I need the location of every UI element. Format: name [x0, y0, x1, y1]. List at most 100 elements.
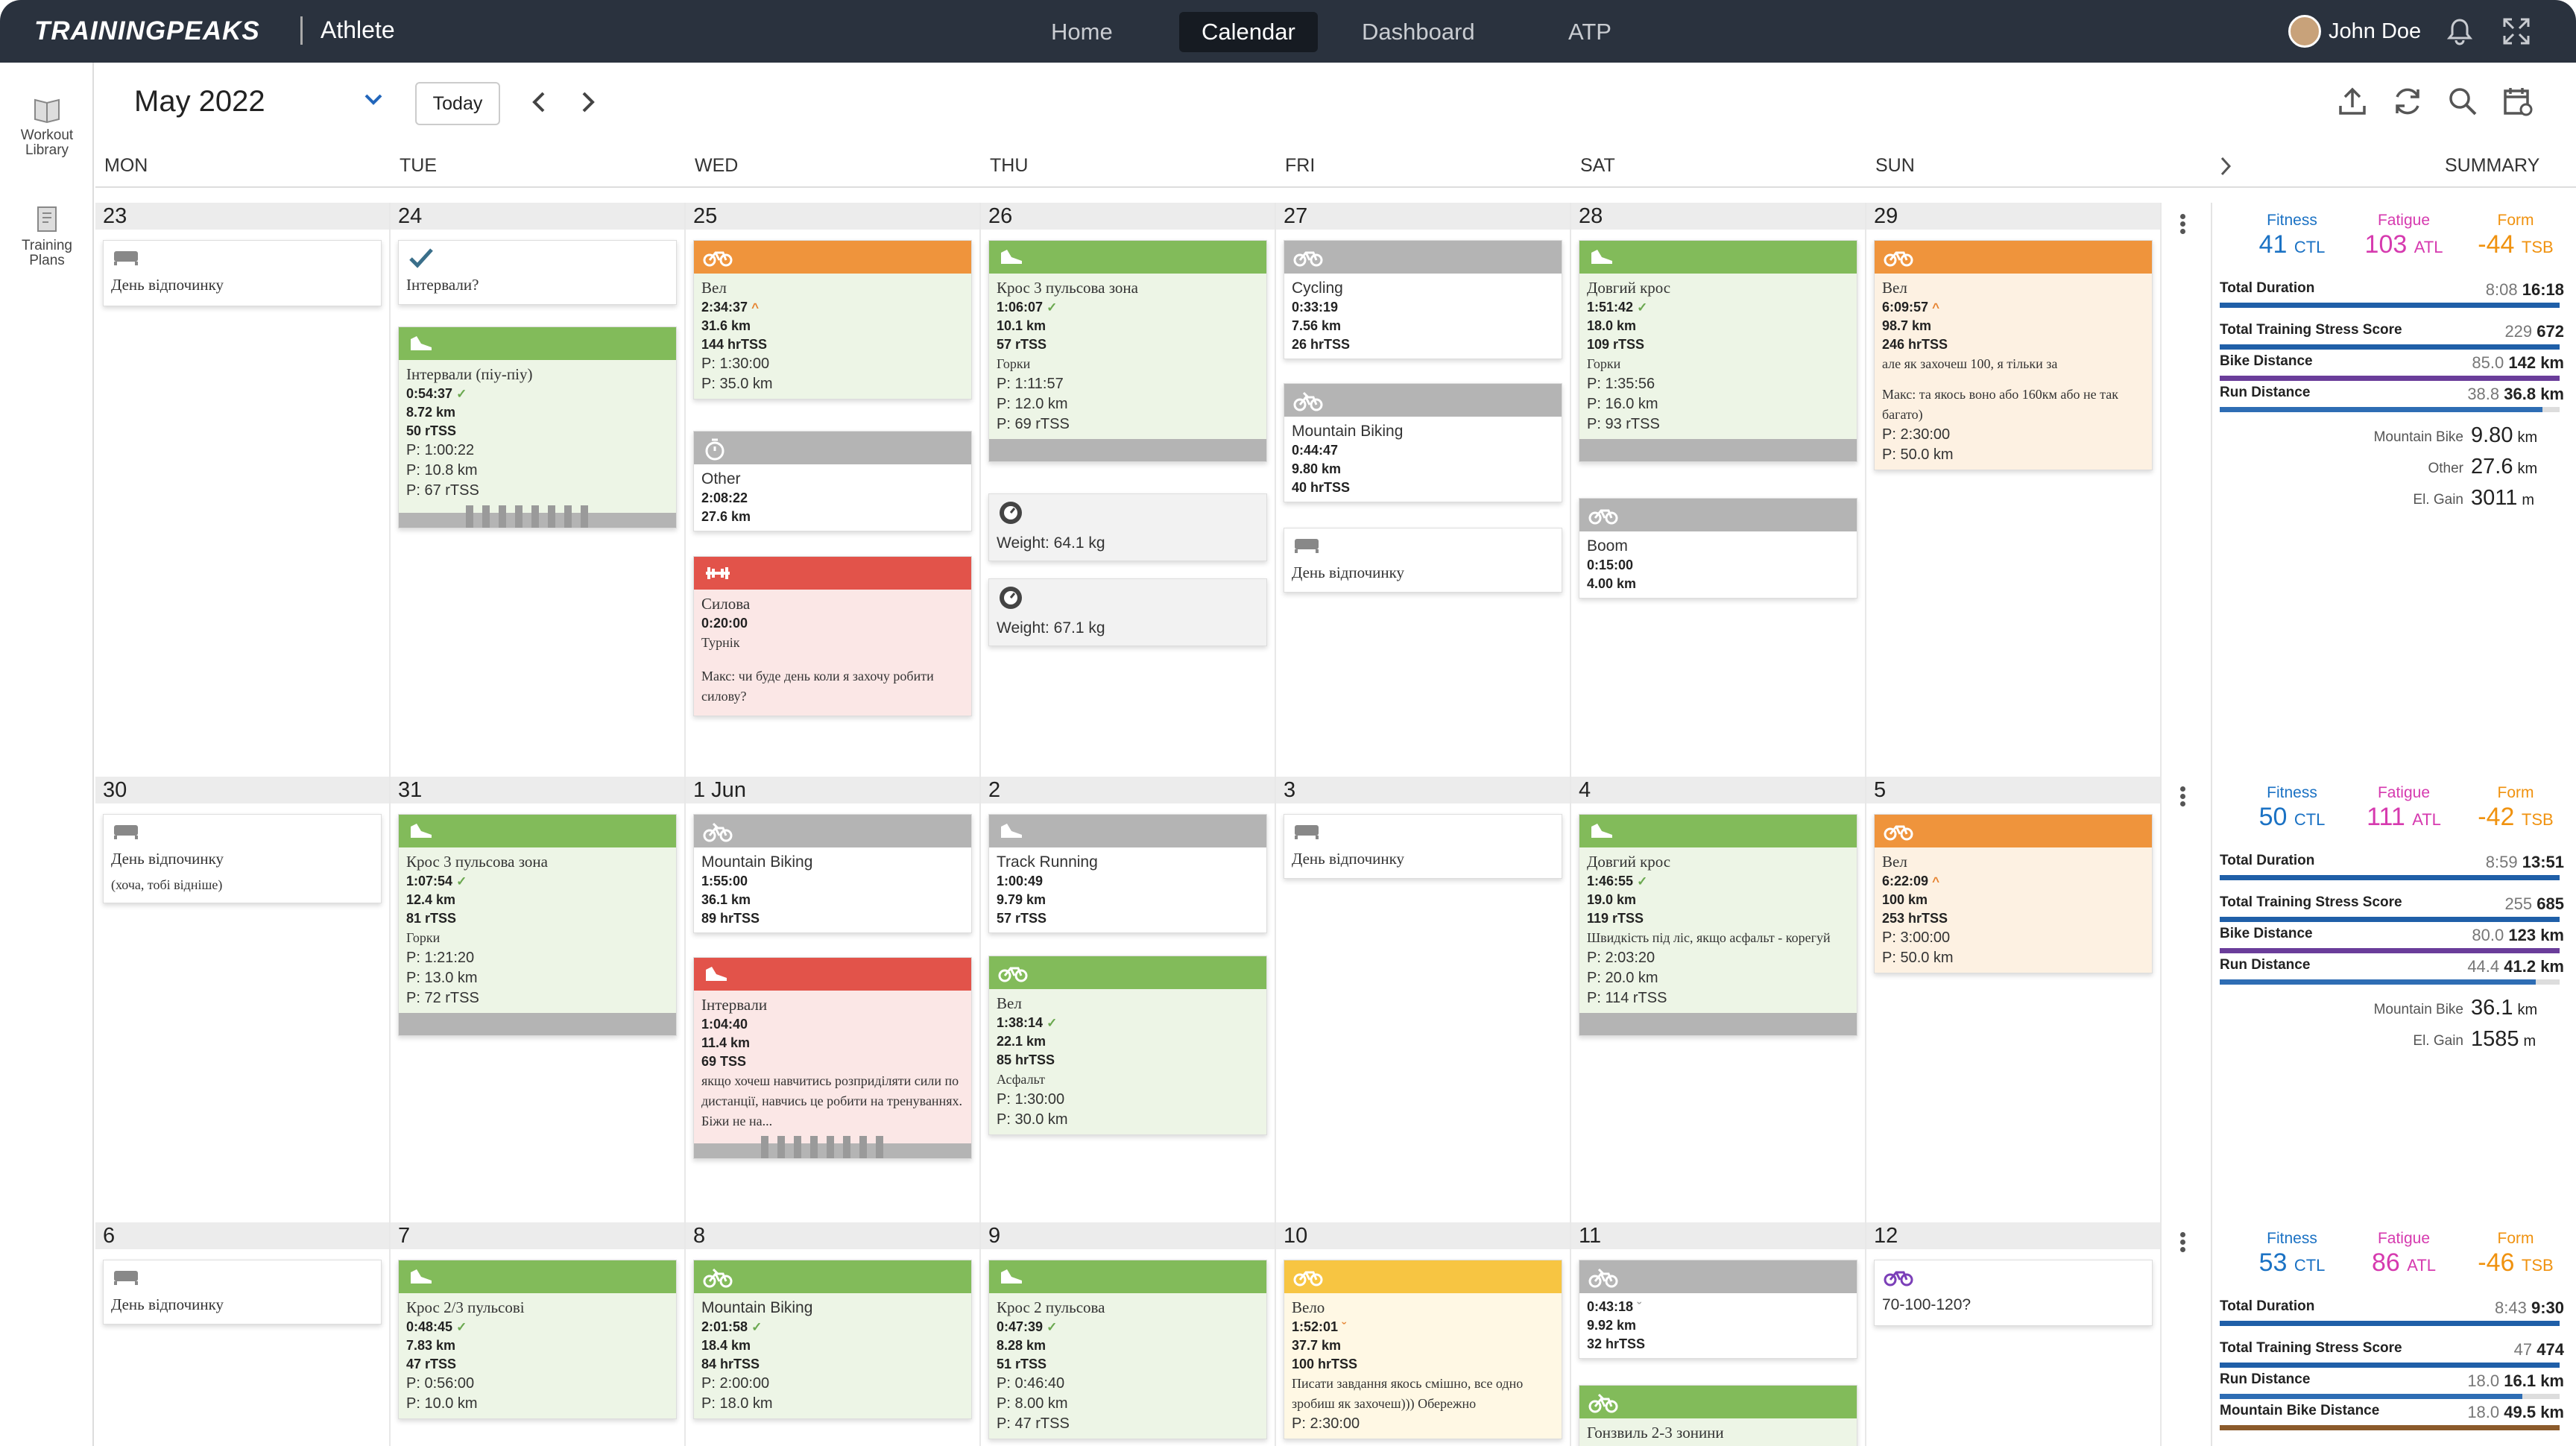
workout-card[interactable]: 70-100-120? [1874, 1260, 2153, 1326]
summary-extra-number: 9.80 [2471, 423, 2513, 447]
user-menu[interactable]: John Doe [2288, 15, 2421, 48]
workout-card[interactable]: Вело 1:52:01 ˇ 37.7 km 100 hrTSS Писати … [1284, 1260, 1562, 1439]
workout-card[interactable]: Boom 0:15:00 4.00 km [1579, 498, 1857, 599]
workout-card[interactable]: Вел 2:34:37 ^ 31.6 km 144 hrTSS P: 1:30:… [693, 240, 972, 400]
note-card[interactable]: День відпочинку [103, 240, 382, 306]
workout-card[interactable]: Інтервали 1:04:40 11.4 km 69 TSS якщо хо… [693, 957, 972, 1159]
workout-card[interactable]: Other 2:08:22 27.6 km [693, 431, 972, 531]
day-cell[interactable]: 31 Крос 3 пульсова зона 1:07:54 ✓ 12.4 k… [391, 777, 686, 1222]
summary-fitness-value: 41 CTL [2236, 230, 2348, 262]
workout-card[interactable]: Довгий крос 1:51:42 ✓ 18.0 km 109 rTSS Г… [1579, 240, 1857, 462]
note-card[interactable]: День відпочинку [1284, 814, 1562, 879]
run-shoe-icon [1001, 250, 1022, 264]
day-cell[interactable]: 7 Крос 2/3 пульсові 0:48:45 ✓ 7.83 km 47… [391, 1222, 686, 1446]
workout-card[interactable]: Силова 0:20:00 Турнік Макс: чи буде день… [693, 556, 972, 716]
workout-card[interactable]: Гонзвиль 2-3 зонини [1579, 1385, 1857, 1446]
week-summary[interactable]: Fitness 50 CTL Fatigue 111 ATL Form -42 TSB To… [2214, 780, 2576, 1219]
day-cell[interactable]: 23 День відпочинку [95, 203, 391, 777]
summary-fitness-label: Fitness [2267, 784, 2317, 801]
workout-card[interactable]: Вел 6:09:57 ^ 98.7 km 246 hrTSS але як з… [1874, 240, 2153, 470]
week-menu-kebab-icon[interactable] [2178, 784, 2187, 814]
search-icon[interactable] [2446, 85, 2479, 118]
workout-card[interactable]: Інтервали? [398, 240, 677, 305]
week-summary[interactable]: Fitness 41 CTL Fatigue 103 ATL Form -44 TSB To… [2214, 207, 2576, 774]
tss: 89 hrTSS [701, 911, 760, 926]
brand-logo[interactable]: TRAININGPEAKS [34, 16, 260, 46]
sync-icon[interactable] [2391, 85, 2424, 118]
note-card[interactable]: День відпочинку [103, 1260, 382, 1325]
workout-card[interactable]: Крос 3 пульсова зона 1:07:54 ✓ 12.4 km 8… [398, 814, 677, 1036]
planned-duration: P: 1:00:22 [406, 442, 475, 458]
chevron-down-icon[interactable] [364, 92, 383, 106]
workout-card[interactable]: Вел 6:22:09 ^ 100 km 253 hrTSS P: 3:00:0… [1874, 814, 2153, 973]
day-cell[interactable]: 1 Jun Mountain Biking 1:55:00 36.1 km 89… [686, 777, 981, 1222]
day-cell[interactable]: 9 Крос 2 пульсова 0:47:39 ✓ 8.28 km 51 r… [981, 1222, 1276, 1446]
nav-dashboard[interactable]: Dashboard [1339, 12, 1497, 52]
nav-calendar[interactable]: Calendar [1179, 12, 1318, 52]
day-cell[interactable]: 28 Довгий крос 1:51:42 ✓ 18.0 km 109 rTS… [1571, 203, 1866, 777]
day-cell[interactable]: 4 Довгий крос 1:46:55 ✓ 19.0 km 119 rTSS… [1571, 777, 1866, 1222]
sidebar-item-workout-library[interactable]: Workout Library [0, 94, 94, 158]
chevron-left-icon[interactable] [530, 91, 549, 113]
user-name: John Doe [2329, 19, 2422, 43]
top-bar: TRAININGPEAKS Athlete Home Calendar Dash… [0, 0, 2576, 63]
check-icon: ✓ [456, 1320, 467, 1334]
day-cell[interactable]: 26 Крос 3 пульсова зона 1:06:07 ✓ 10.1 k… [981, 203, 1276, 777]
bell-icon[interactable] [2445, 16, 2475, 46]
workout-card[interactable]: Track Running 1:00:49 9.79 km 57 rTSS [988, 814, 1267, 933]
workout-card[interactable]: Інтервали (піу-піу) 0:54:37 ✓ 8.72 km 50… [398, 326, 677, 528]
note-card[interactable]: День відпочинку [1284, 528, 1562, 593]
day-cell[interactable]: 3 День відпочинку [1276, 777, 1571, 1222]
calendar-settings-icon[interactable] [2501, 85, 2534, 118]
week-summary[interactable]: Fitness 53 CTL Fatigue 86 ATL Form -46 TSB Tot… [2214, 1225, 2576, 1446]
expand-icon[interactable] [2501, 16, 2531, 46]
workout-card[interactable]: 0:43:18 ˇ 9.92 km 32 hrTSS [1579, 1260, 1857, 1359]
duration: 2:08:22 [701, 490, 748, 505]
summary-progress-bar [2220, 875, 2560, 880]
workout-card[interactable]: Довгий крос 1:46:55 ✓ 19.0 km 119 rTSS Ш… [1579, 814, 1857, 1036]
workout-card[interactable]: Крос 3 пульсова зона 1:06:07 ✓ 10.1 km 5… [988, 240, 1267, 462]
month-title[interactable]: May 2022 [134, 85, 265, 119]
sidebar-item-label: Workout Library [20, 127, 74, 158]
sidebar-item-training-plans[interactable]: Training Plans [0, 204, 94, 268]
day-cell[interactable]: 6 День відпочинку [95, 1222, 391, 1446]
day-cell[interactable]: 27 Cycling 0:33:19 7.56 km 26 hrTSS Moun… [1276, 203, 1571, 777]
workout-card[interactable]: Mountain Biking 1:55:00 36.1 km 89 hrTSS [693, 814, 972, 933]
day-cell[interactable]: 10 Вело 1:52:01 ˇ 37.7 km 100 hrTSS Писа… [1276, 1222, 1571, 1446]
workout-card[interactable]: Вел 1:38:14 ✓ 22.1 km 85 hrTSS Асфальт P… [988, 956, 1267, 1135]
summary-extra-label: El. Gain [2413, 492, 2463, 508]
workout-card[interactable]: Cycling 0:33:19 7.56 km 26 hrTSS [1284, 240, 1562, 359]
planned-distance: P: 50.0 km [1882, 950, 1954, 966]
day-date: 26 [981, 203, 1275, 230]
nav-atp[interactable]: ATP [1546, 12, 1634, 52]
day-cell[interactable]: 30 День відпочинку (хоча, тобі відніше) [95, 777, 391, 1222]
day-cell[interactable]: 25 Вел 2:34:37 ^ 31.6 km 144 hrTSS P: 1:… [686, 203, 981, 777]
workout-card[interactable]: Mountain Biking 2:01:58 ✓ 18.4 km 84 hrT… [693, 1260, 972, 1419]
week-menu-kebab-icon[interactable] [2178, 1230, 2187, 1260]
day-cell[interactable]: 2 Track Running 1:00:49 9.79 km 57 rTSS … [981, 777, 1276, 1222]
day-cell[interactable]: 11 0:43:18 ˇ 9.92 km 32 hrTSS Гонзвиль 2… [1571, 1222, 1866, 1446]
upload-icon[interactable] [2336, 85, 2369, 118]
summary-row: Run Distance 18.0 16.1 km [2220, 1371, 2564, 1390]
workout-card[interactable]: Mountain Biking 0:44:47 9.80 km 40 hrTSS [1284, 383, 1562, 502]
distance: 37.7 km [1292, 1338, 1342, 1353]
chevron-right-icon[interactable] [578, 91, 597, 113]
day-cell[interactable]: 24 Інтервали? Інтервали (піу-піу) 0:54:3… [391, 203, 686, 777]
workout-card[interactable]: Крос 2/3 пульсові 0:48:45 ✓ 7.83 km 47 r… [398, 1260, 677, 1419]
day-cell[interactable]: 29 Вел 6:09:57 ^ 98.7 km 246 hrTSS але я… [1866, 203, 2162, 777]
today-button[interactable]: Today [415, 82, 500, 125]
chevron-right-icon[interactable] [2218, 155, 2233, 177]
day-cell[interactable]: 8 Mountain Biking 2:01:58 ✓ 18.4 km 84 h… [686, 1222, 981, 1446]
day-cell[interactable]: 12 70-100-120? [1866, 1222, 2162, 1446]
card-title: Інтервали? [406, 276, 479, 294]
tss: 69 TSS [701, 1054, 747, 1069]
workout-card[interactable]: Крос 2 пульсова 0:47:39 ✓ 8.28 km 51 rTS… [988, 1260, 1267, 1439]
note-card[interactable]: День відпочинку (хоча, тобі відніше) [103, 814, 382, 903]
metric-card[interactable]: Weight: 67.1 kg [988, 578, 1267, 646]
metric-card[interactable]: Weight: 64.1 kg [988, 493, 1267, 561]
card-note: Турнік [701, 635, 740, 650]
week-menu-kebab-icon[interactable] [2178, 212, 2187, 241]
nav-home[interactable]: Home [1029, 12, 1135, 52]
planned-distance: P: 35.0 km [701, 376, 773, 392]
day-cell[interactable]: 5 Вел 6:22:09 ^ 100 km 253 hrTSS P: 3:00… [1866, 777, 2162, 1222]
